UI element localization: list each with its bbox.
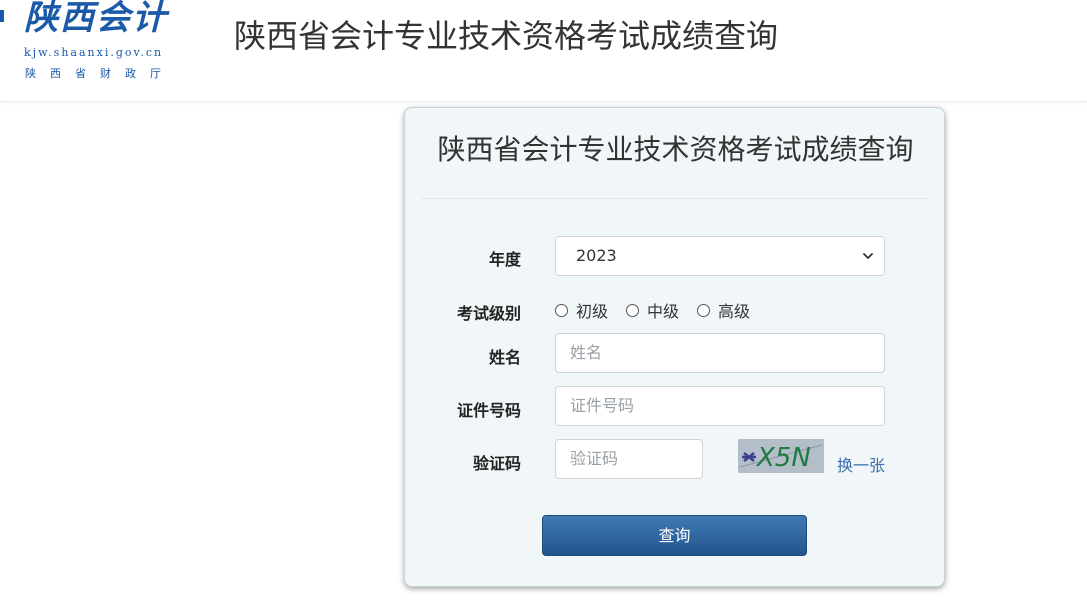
radio-label: 中级 bbox=[647, 302, 680, 321]
logo-url: kjw.shaanxi.gov.cn bbox=[24, 46, 164, 59]
radio-level-intermediate[interactable]: 中级 bbox=[626, 298, 679, 322]
name-label: 姓名 bbox=[488, 348, 521, 367]
chevron-down-icon bbox=[863, 253, 873, 259]
radio-icon[interactable] bbox=[555, 303, 568, 317]
exam-level-radio-group: 初级 中级 高级 bbox=[555, 298, 768, 322]
radio-level-senior[interactable]: 高级 bbox=[697, 298, 750, 322]
captcha-label: 验证码 bbox=[472, 454, 521, 473]
radio-label: 高级 bbox=[718, 302, 751, 321]
site-logo[interactable]: 陕西会计 kjw.shaanxi.gov.cn 陕西省财政厅 bbox=[0, 0, 200, 90]
radio-level-junior[interactable]: 初级 bbox=[555, 298, 608, 322]
divider bbox=[421, 198, 930, 199]
id-number-label: 证件号码 bbox=[456, 401, 521, 420]
exam-level-label: 考试级别 bbox=[456, 304, 521, 323]
radio-icon[interactable] bbox=[626, 303, 640, 317]
year-select[interactable]: 2023 bbox=[555, 236, 885, 276]
form-title: 陕西省会计专业技术资格考试成绩查询 bbox=[437, 133, 914, 166]
site-header: 陕西会计 kjw.shaanxi.gov.cn 陕西省财政厅 陕西省会计专业技术… bbox=[0, 0, 1087, 102]
radio-icon[interactable] bbox=[697, 303, 711, 317]
page-title: 陕西省会计专业技术资格考试成绩查询 bbox=[234, 17, 779, 55]
captcha-input[interactable]: 验证码 bbox=[555, 439, 703, 479]
query-submit-button[interactable]: 查询 bbox=[542, 515, 807, 556]
logo-accent-bar bbox=[0, 10, 4, 22]
refresh-captcha-link[interactable]: 换一张 bbox=[837, 452, 885, 476]
captcha-text: X5N bbox=[755, 443, 811, 473]
year-label: 年度 bbox=[488, 250, 521, 269]
name-input[interactable]: 姓名 bbox=[555, 333, 885, 373]
logo-text: 陕西会计 bbox=[24, 0, 168, 38]
id-number-input[interactable]: 证件号码 bbox=[555, 386, 885, 426]
year-select-value: 2023 bbox=[576, 246, 617, 265]
captcha-image[interactable]: X5N bbox=[738, 439, 824, 473]
logo-department: 陕西省财政厅 bbox=[25, 67, 175, 80]
query-form-card: 陕西省会计专业技术资格考试成绩查询 年度 2023 考试级别 初级 中级 高级 … bbox=[404, 107, 945, 587]
radio-label: 初级 bbox=[576, 302, 609, 321]
